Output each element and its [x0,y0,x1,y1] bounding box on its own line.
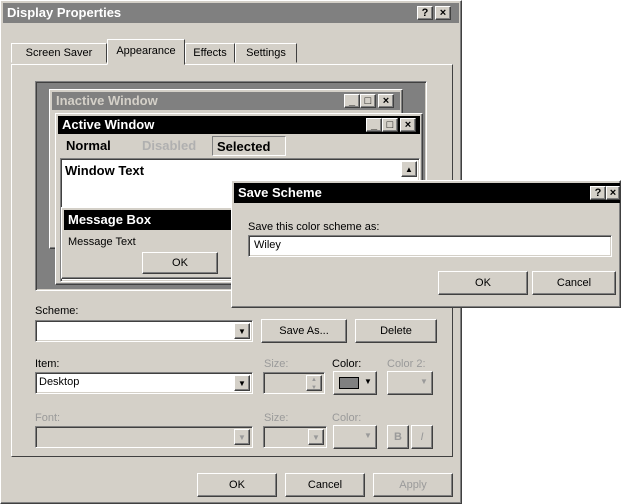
apply-button: Apply [373,473,453,497]
item-value: Desktop [39,376,80,388]
chevron-down-icon: ▼ [364,431,372,440]
chevron-down-icon: ▼ [420,377,428,386]
help-button[interactable]: ? [417,6,433,20]
menu-normal: Normal [66,138,111,153]
font-size-label: Size: [264,412,289,424]
stepper-arrows-icon: ▲ ▼ [306,375,322,391]
chevron-down-icon: ▼ [308,429,324,445]
tab-label: Settings [246,47,286,59]
save-scheme-titlebar[interactable]: Save Scheme [234,183,620,203]
save-cancel-button[interactable]: Cancel [532,271,616,295]
tab-settings[interactable]: Settings [235,43,297,63]
tab-label: Screen Saver [25,47,93,59]
tab-appearance[interactable]: Appearance [107,39,185,65]
delete-button[interactable]: Delete [355,319,437,343]
save-scheme-dialog: Save Scheme ? × Save this color scheme a… [231,180,621,308]
window-text: Window Text [65,163,145,178]
color-label: Color: [332,358,362,370]
bold-button: B [387,425,409,449]
tab-effects[interactable]: Effects [185,43,235,63]
msgbox-text: Message Text [68,236,136,248]
active-title: Active Window [62,117,155,132]
chevron-down-icon[interactable]: ▼ [234,323,250,339]
minimize-icon: _ [344,94,360,108]
ok-button[interactable]: OK [197,473,277,497]
color-swatch [339,377,359,389]
close-button[interactable]: × [606,186,620,200]
item-size-stepper: ▲ ▼ [263,372,325,394]
save-as-button[interactable]: Save As... [261,319,347,343]
chevron-down-icon[interactable]: ▼ [234,375,250,391]
scheme-label: Scheme: [35,305,79,317]
chevron-down-icon: ▼ [364,377,372,386]
tab-screen-saver[interactable]: Screen Saver [11,43,107,63]
color-picker-button[interactable]: ▼ [333,371,377,395]
msgbox-titlebar: Message Box [64,210,234,230]
scheme-select[interactable]: ▼ [35,320,253,342]
color2-picker-button: ▼ [387,371,433,395]
menu-selected: Selected [212,136,286,156]
scroll-up-icon: ▲ [401,161,417,177]
font-size-select: ▼ [263,426,327,448]
item-label: Item: [35,358,60,370]
chevron-down-icon: ▼ [234,429,250,445]
window-title: Display Properties [7,5,122,20]
window-titlebar[interactable]: Display Properties [3,3,459,23]
maximize-icon: □ [360,94,376,108]
msgbox-title: Message Box [68,212,152,227]
scheme-name-input[interactable]: Wiley [248,235,612,257]
save-scheme-prompt: Save this color scheme as: [248,221,380,233]
save-ok-button[interactable]: OK [438,271,528,295]
close-button[interactable]: × [435,6,451,20]
maximize-icon: □ [382,118,398,132]
tab-label: Effects [193,47,227,59]
close-icon: × [400,118,416,132]
menu-disabled: Disabled [142,138,197,153]
save-scheme-title: Save Scheme [238,185,322,200]
msgbox-ok-button: OK [142,252,218,274]
message-box-preview: Message Box Message Text OK [61,207,237,279]
italic-button: I [411,425,433,449]
size-label: Size: [264,358,289,370]
font-label: Font: [35,412,61,424]
help-button[interactable]: ? [590,186,606,200]
font-color-button: ▼ [333,425,377,449]
font-color-label: Color: [332,412,362,424]
inactive-title: Inactive Window [56,93,158,108]
color2-label: Color 2: [387,358,426,370]
font-select: ▼ [35,426,253,448]
scheme-name-value: Wiley [254,239,281,251]
close-icon: × [378,94,394,108]
minimize-icon: _ [366,118,382,132]
cancel-button[interactable]: Cancel [285,473,365,497]
tab-label: Appearance [116,45,176,57]
item-select[interactable]: Desktop ▼ [35,372,253,394]
